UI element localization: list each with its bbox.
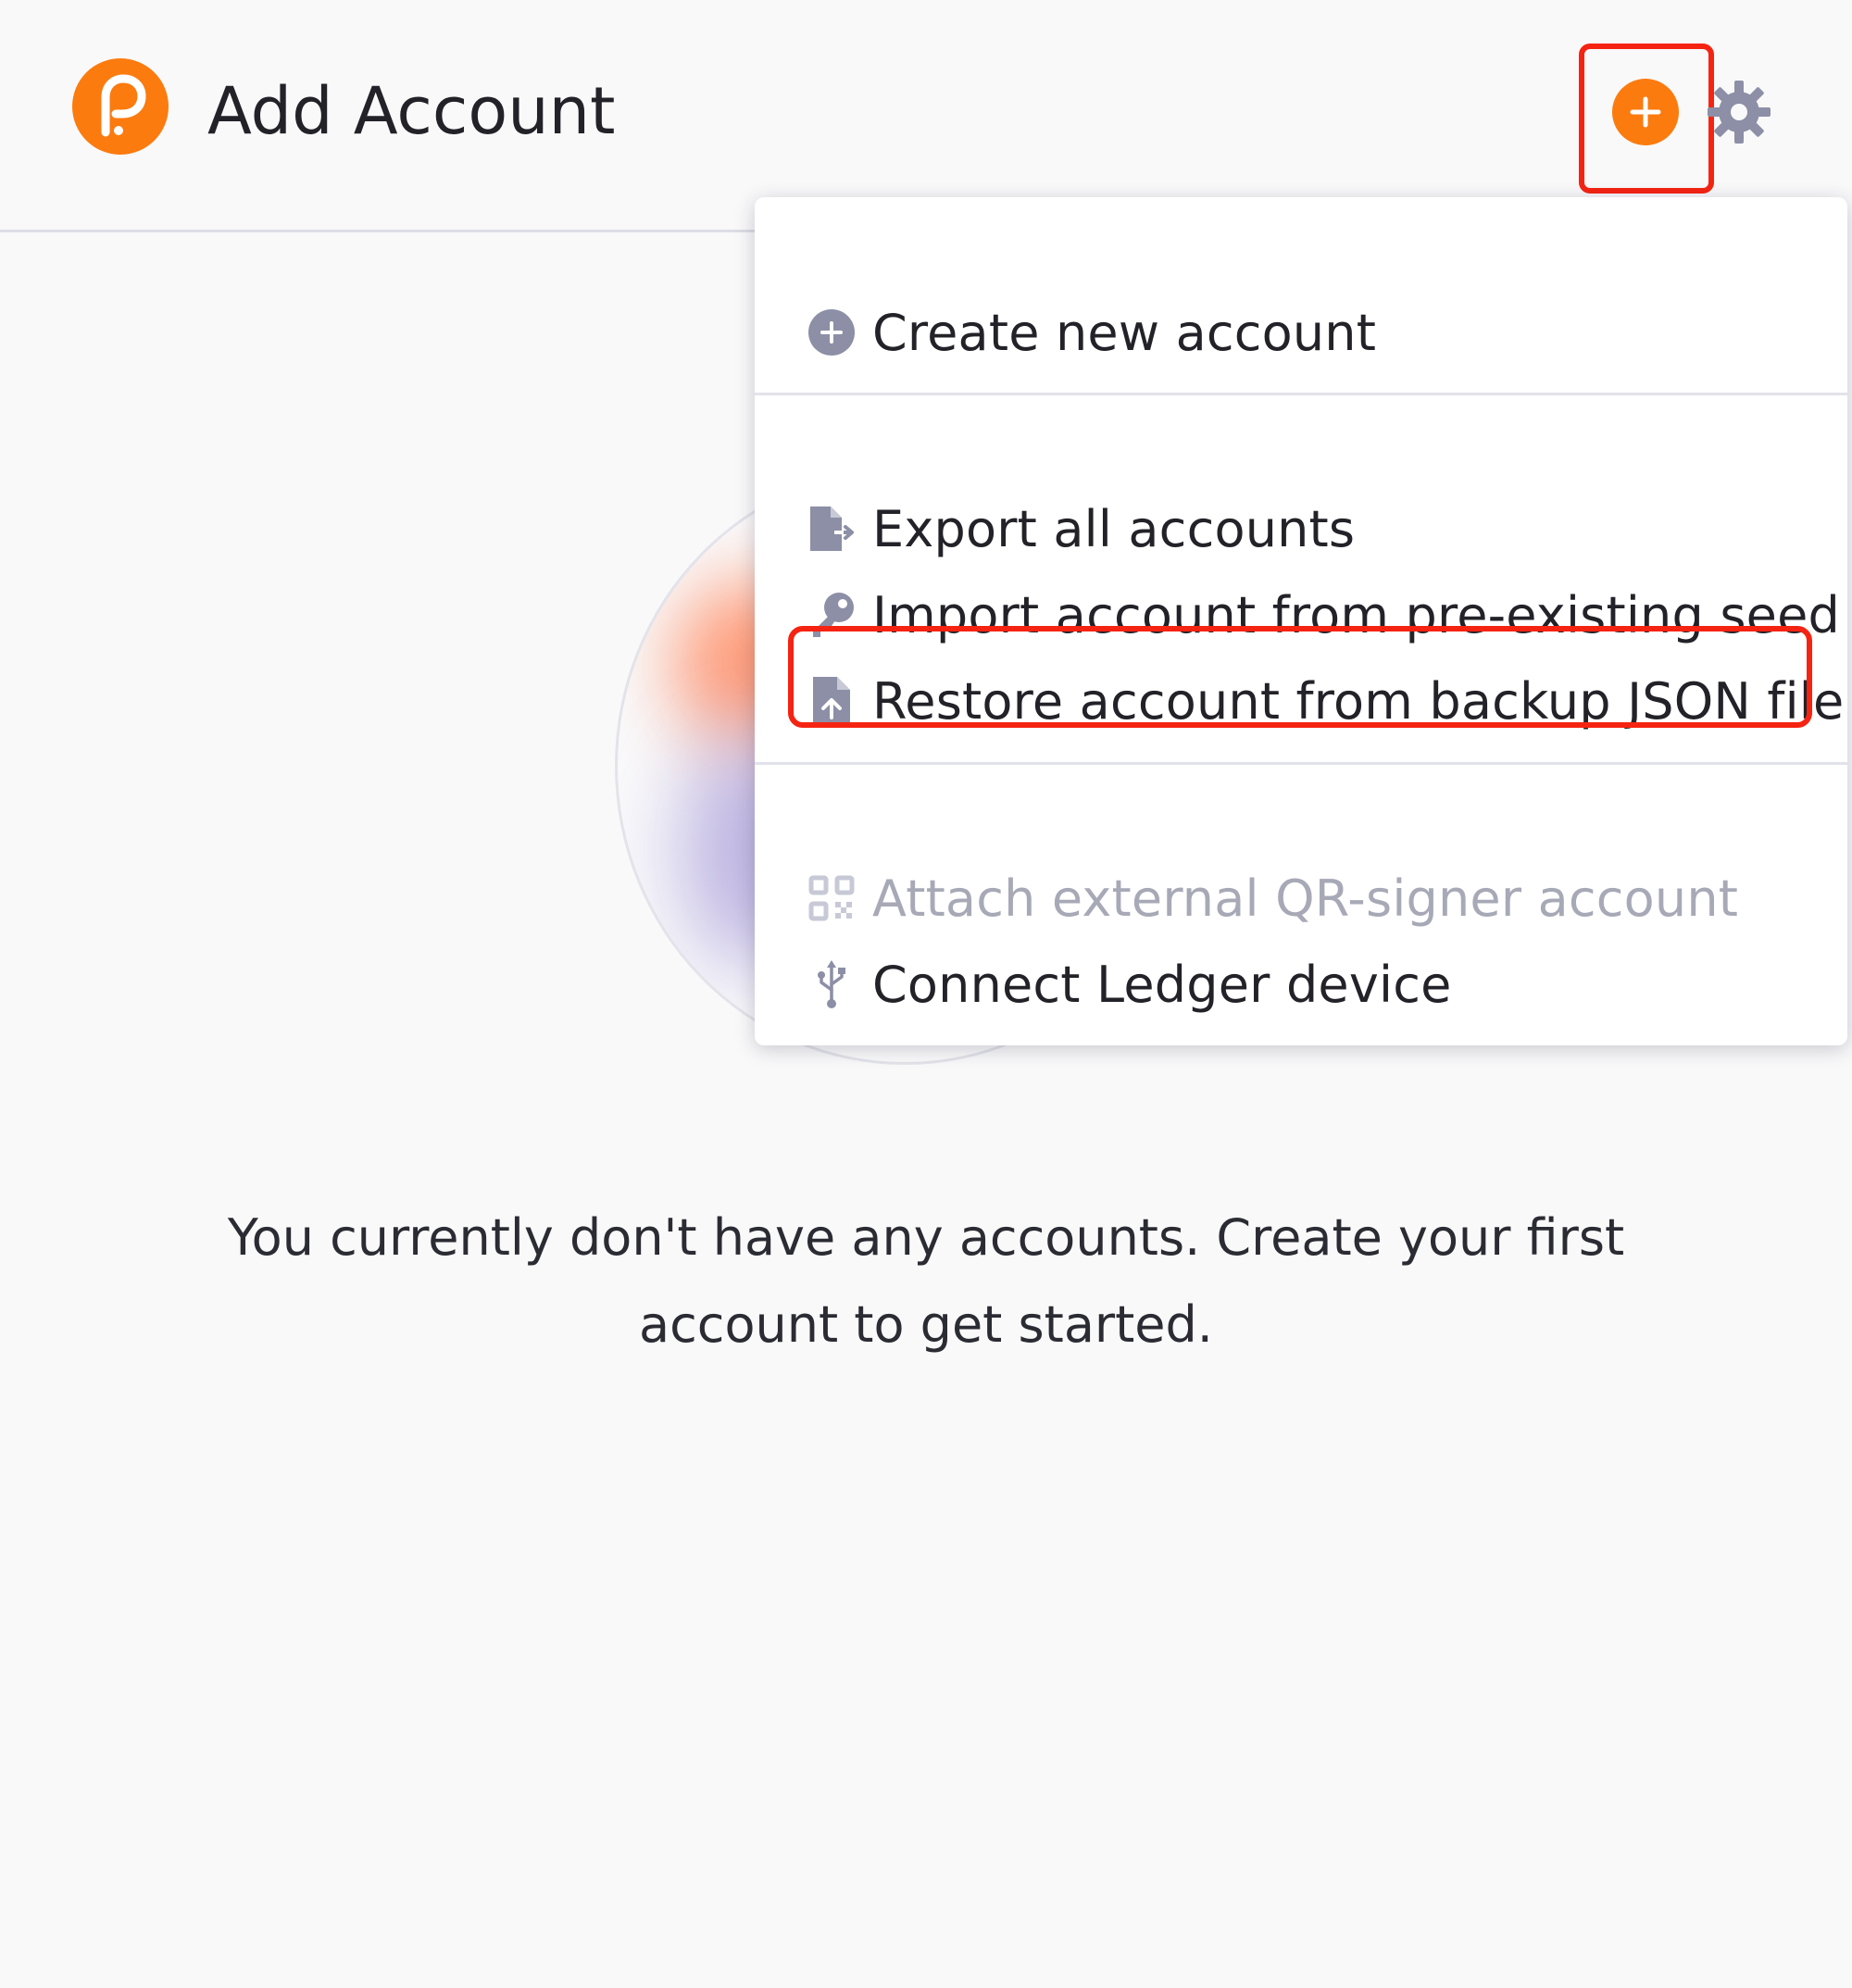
menu-divider — [755, 762, 1847, 765]
menu-item-attach-qr-signer[interactable]: Attach external QR-signer account — [806, 861, 1738, 935]
gear-icon[interactable] — [1706, 79, 1772, 145]
annotation-highlight-restore-item — [788, 626, 1812, 728]
menu-item-label: Connect Ledger device — [872, 955, 1452, 1014]
header-divider — [0, 230, 759, 232]
menu-item-label: Export all accounts — [872, 499, 1356, 558]
menu-item-export-all-accounts[interactable]: Export all accounts — [806, 492, 1355, 566]
empty-state-message: You currently don't have any accounts. C… — [227, 1208, 1625, 1354]
menu-item-label: Create new account — [872, 303, 1377, 362]
menu-divider — [755, 393, 1847, 395]
file-export-icon — [806, 503, 857, 555]
menu-item-connect-ledger[interactable]: Connect Ledger device — [806, 947, 1452, 1021]
polkadot-logo-icon — [72, 58, 169, 155]
qrcode-icon — [806, 872, 857, 924]
annotation-highlight-add-button — [1579, 44, 1714, 194]
menu-item-label: Attach external QR-signer account — [872, 869, 1739, 928]
add-account-menu: Create new account Export all accounts I… — [755, 197, 1847, 1045]
usb-icon — [806, 958, 857, 1010]
page-title: Add Account — [207, 73, 616, 149]
plus-circle-icon — [806, 306, 857, 358]
menu-item-create-new-account[interactable]: Create new account — [806, 295, 1376, 369]
